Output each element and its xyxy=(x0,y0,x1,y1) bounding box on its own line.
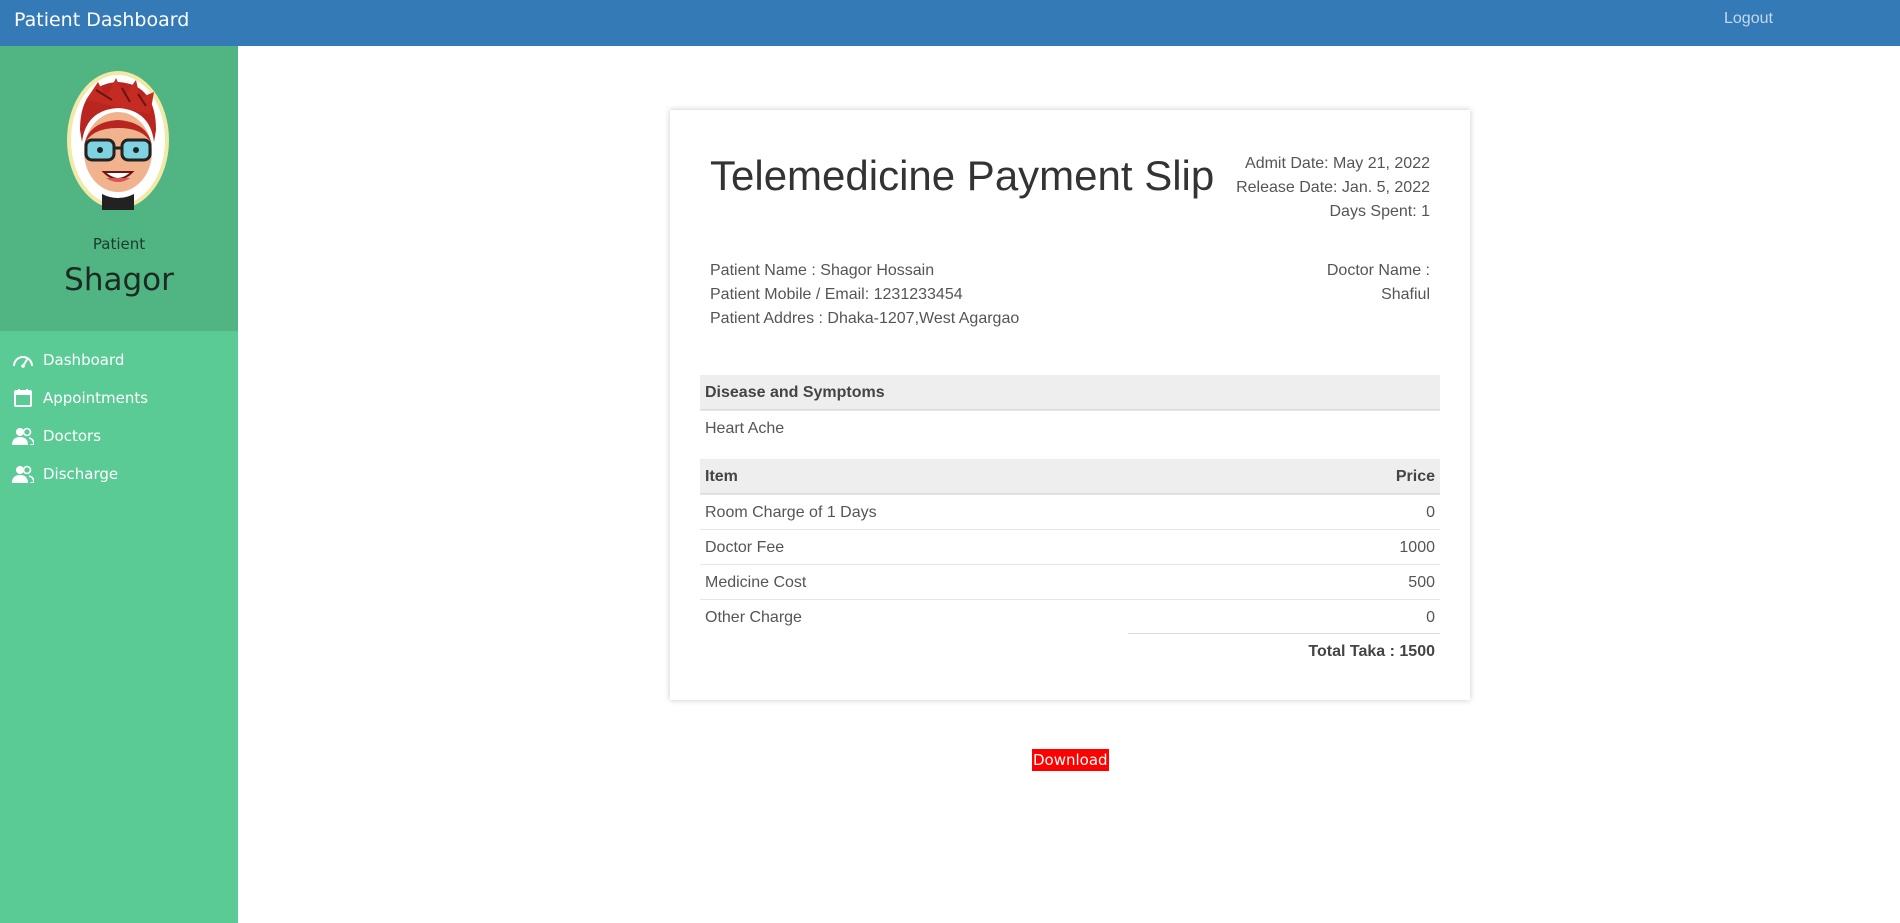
table-row: Heart Ache xyxy=(700,410,1440,445)
profile-role: Patient xyxy=(92,235,146,253)
users-icon xyxy=(12,427,34,445)
slip-dates: Admit Date: May 21, 2022 Release Date: J… xyxy=(1236,152,1430,224)
table-row: Doctor Fee 1000 xyxy=(700,529,1440,564)
charges-table-header: Item Price xyxy=(700,459,1440,494)
profile-panel: Patient Shagor xyxy=(0,46,238,331)
charges-table: Item Price Room Charge of 1 Days 0 Docto… xyxy=(700,459,1440,634)
item-price: 1000 xyxy=(1399,539,1435,556)
item-name: Doctor Fee xyxy=(705,539,785,556)
item-price: 0 xyxy=(1426,504,1435,521)
release-date: Release Date: Jan. 5, 2022 xyxy=(1236,179,1430,196)
patient-address: Patient Addres : Dhaka-1207,West Agargao xyxy=(710,310,1020,327)
price-header: Price xyxy=(1395,468,1435,485)
days-spent: Days Spent: 1 xyxy=(1329,203,1431,220)
patient-contact: Patient Mobile / Email: 1231233454 xyxy=(710,286,963,303)
sidebar-item-appointments[interactable]: Appointments xyxy=(0,381,238,415)
sidebar-item-doctors[interactable]: Doctors xyxy=(0,419,238,453)
users-icon xyxy=(12,465,34,483)
disease-table: Disease and Symptoms Heart Ache xyxy=(700,375,1440,445)
sidebar-item-label: Doctors xyxy=(43,427,102,445)
table-row: Medicine Cost 500 xyxy=(700,564,1440,599)
total-amount: Total Taka : 1500 xyxy=(1308,643,1435,660)
avatar xyxy=(67,71,169,210)
slip-title: Telemedicine Payment Slip xyxy=(710,152,1215,199)
sidebar-item-label: Discharge xyxy=(43,465,119,483)
doctor-label: Doctor Name : xyxy=(1326,262,1430,279)
patient-info: Patient Name : Shagor Hossain Patient Mo… xyxy=(710,259,1019,331)
sidebar-item-dashboard[interactable]: Dashboard xyxy=(0,343,238,377)
payment-slip: Telemedicine Payment Slip Admit Date: Ma… xyxy=(670,110,1470,700)
sidebar-item-label: Appointments xyxy=(43,389,149,407)
disease-value: Heart Ache xyxy=(705,420,785,437)
sidebar-item-discharge[interactable]: Discharge xyxy=(0,457,238,491)
profile-name: Shagor xyxy=(64,262,174,298)
table-row: Other Charge 0 xyxy=(700,599,1440,634)
item-name: Medicine Cost xyxy=(705,574,807,591)
item-name: Other Charge xyxy=(705,609,802,626)
doctor-info: Doctor Name : Shafiul xyxy=(1327,259,1430,307)
logout-link[interactable]: Logout xyxy=(1724,10,1773,28)
patient-name: Patient Name : Shagor Hossain xyxy=(710,262,935,279)
item-name: Room Charge of 1 Days xyxy=(705,504,877,521)
calendar-icon xyxy=(14,389,32,407)
top-navbar: Patient Dashboard Logout xyxy=(0,0,1900,46)
disease-table-header: Disease and Symptoms xyxy=(700,375,1440,410)
item-price: 0 xyxy=(1426,609,1435,626)
disease-header: Disease and Symptoms xyxy=(705,384,885,401)
download-button[interactable]: Download xyxy=(1032,749,1109,771)
doctor-name: Shafiul xyxy=(1381,286,1430,303)
speedometer-icon xyxy=(13,356,33,368)
admit-date: Admit Date: May 21, 2022 xyxy=(1245,155,1430,172)
item-price: 500 xyxy=(1408,574,1435,591)
total-divider xyxy=(1128,633,1440,634)
item-header: Item xyxy=(705,468,738,485)
brand-title[interactable]: Patient Dashboard xyxy=(14,9,189,31)
sidebar-item-label: Dashboard xyxy=(43,351,125,369)
table-row: Room Charge of 1 Days 0 xyxy=(700,494,1440,529)
sidebar: Patient Shagor Dashboard Appointments Do… xyxy=(0,46,238,923)
